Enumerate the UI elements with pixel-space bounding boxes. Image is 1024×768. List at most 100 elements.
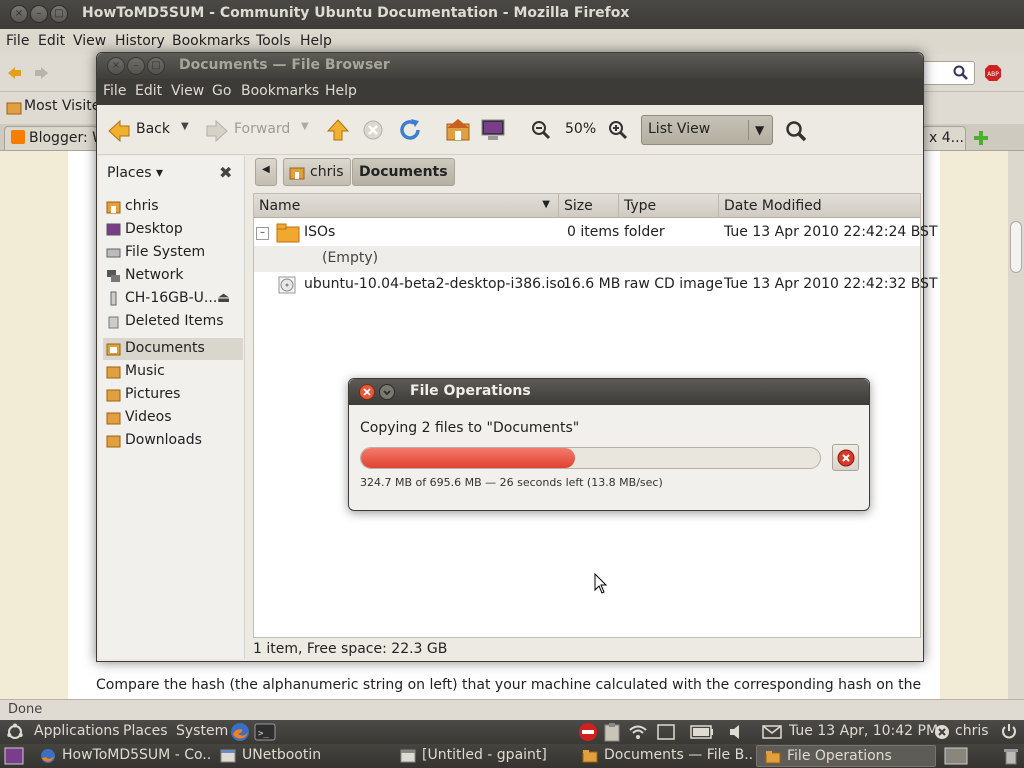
- sidebar-item-documents[interactable]: Documents: [103, 338, 243, 360]
- sidebar-item-trash[interactable]: Deleted Items: [103, 311, 243, 333]
- table-row[interactable]: – ISOs 0 items folder Tue 13 Apr 2010 22…: [254, 220, 938, 246]
- workspace-switcher-icon[interactable]: [944, 747, 968, 765]
- close-icon[interactable]: [359, 384, 375, 400]
- search-icon[interactable]: [785, 120, 807, 142]
- forward-arrow-icon[interactable]: [34, 65, 50, 81]
- folder-pictures-icon: [106, 389, 121, 402]
- table-row[interactable]: ubuntu-10.04-beta2-desktop-i386.iso 16.6…: [254, 272, 938, 298]
- battery-icon[interactable]: [690, 725, 714, 739]
- close-icon[interactable]: ×: [10, 5, 28, 23]
- trash-icon[interactable]: [1002, 747, 1020, 765]
- column-type[interactable]: Type: [619, 194, 719, 218]
- close-sidebar-icon[interactable]: ✖: [219, 163, 232, 182]
- path-left-arrow-icon[interactable]: ◀: [255, 158, 277, 186]
- task-unetbootin[interactable]: UNetbootin: [212, 745, 392, 767]
- sidebar-item-music[interactable]: Music: [103, 361, 243, 383]
- tab-other[interactable]: x 4...: [922, 126, 966, 150]
- back-arrow-icon[interactable]: [6, 65, 22, 81]
- file-browser-titlebar[interactable]: × – □ Documents — File Browser: [97, 53, 923, 79]
- new-tab-icon[interactable]: [972, 129, 990, 147]
- close-icon[interactable]: ×: [107, 57, 125, 75]
- fb-menu-go[interactable]: Go: [212, 83, 231, 99]
- sidebar-item-desktop[interactable]: Desktop: [103, 219, 243, 241]
- up-arrow-icon[interactable]: [326, 118, 350, 142]
- fb-menu-file[interactable]: File: [103, 83, 126, 99]
- forward-label: Forward: [234, 121, 291, 137]
- breadcrumb-documents[interactable]: Documents: [352, 158, 455, 186]
- task-file-browser[interactable]: Documents — File B...: [574, 745, 754, 767]
- ff-menu-edit[interactable]: Edit: [38, 33, 65, 49]
- volume-icon[interactable]: [728, 723, 746, 741]
- sidebar-item-downloads[interactable]: Downloads: [103, 430, 243, 452]
- task-firefox[interactable]: HowToMD5SUM - Co...: [32, 745, 212, 767]
- back-history-chevron-icon[interactable]: ▼: [181, 121, 189, 149]
- menu-places[interactable]: Places: [123, 723, 168, 739]
- page-paragraph: Compare the hash (the alphanumeric strin…: [96, 677, 922, 693]
- breadcrumb-chris[interactable]: chris: [283, 158, 351, 186]
- fb-menu-view[interactable]: View: [171, 83, 204, 99]
- places-header[interactable]: Places ▾: [107, 165, 163, 181]
- user-name[interactable]: chris: [955, 723, 989, 739]
- mail-icon[interactable]: [762, 725, 782, 739]
- wifi-icon[interactable]: [628, 723, 648, 741]
- cancel-copy-button[interactable]: [832, 444, 859, 471]
- firefox-launcher-icon[interactable]: [230, 722, 250, 742]
- ff-menu-view[interactable]: View: [73, 33, 106, 49]
- fb-menu-edit[interactable]: Edit: [135, 83, 162, 99]
- menu-system[interactable]: System: [176, 723, 228, 739]
- column-date[interactable]: Date Modified: [719, 194, 920, 218]
- ff-menu-history[interactable]: History: [115, 33, 165, 49]
- maximize-icon[interactable]: □: [147, 57, 165, 75]
- firefox-titlebar: × – □ HowToMD5SUM - Community Ubuntu Doc…: [0, 0, 1024, 29]
- tab-blogger[interactable]: Blogger: W: [4, 126, 98, 150]
- clipboard-icon[interactable]: [603, 722, 621, 742]
- collapse-icon[interactable]: –: [256, 227, 269, 240]
- sidebar-item-filesystem[interactable]: File System: [103, 242, 243, 264]
- power-icon[interactable]: [1000, 723, 1018, 741]
- back-label: Back: [136, 121, 170, 137]
- reload-icon[interactable]: [398, 118, 422, 142]
- maximize-icon[interactable]: □: [50, 5, 68, 23]
- sidebar-item-pictures[interactable]: Pictures: [103, 384, 243, 406]
- terminal-launcher-icon[interactable]: >_: [254, 722, 276, 742]
- ff-menu-bookmarks[interactable]: Bookmarks: [172, 33, 250, 49]
- zoom-out-icon[interactable]: [531, 120, 551, 140]
- fb-menu-bookmarks[interactable]: Bookmarks: [241, 83, 319, 99]
- fb-menu-help[interactable]: Help: [325, 83, 357, 99]
- scrollbar-thumb[interactable]: [1010, 221, 1022, 273]
- ff-menu-file[interactable]: File: [6, 33, 29, 49]
- column-name[interactable]: Name ▼: [254, 194, 559, 218]
- task-file-operations[interactable]: File Operations: [756, 745, 936, 767]
- page-scrollbar[interactable]: [1008, 151, 1024, 699]
- stop-icon[interactable]: [362, 119, 384, 141]
- zoom-in-icon[interactable]: [608, 120, 628, 140]
- file-operations-titlebar[interactable]: File Operations: [349, 379, 869, 405]
- user-status-icon[interactable]: [934, 724, 950, 740]
- ff-menu-tools[interactable]: Tools: [256, 33, 291, 49]
- sidebar-item-chris[interactable]: chris: [103, 196, 243, 218]
- show-desktop-icon[interactable]: [4, 747, 24, 765]
- search-icon[interactable]: [953, 65, 969, 81]
- sidebar-item-videos[interactable]: Videos: [103, 407, 243, 429]
- file-browser-toolbar: Back ▼ Forward ▼ 50% List View ▼: [97, 105, 923, 155]
- breadcrumb-label: Documents: [359, 164, 448, 180]
- task-gpaint[interactable]: [Untitled - gpaint]: [392, 745, 572, 767]
- column-size[interactable]: Size: [559, 194, 619, 218]
- window-list-icon[interactable]: [656, 723, 676, 741]
- tab-blogger-label: Blogger: W: [29, 130, 97, 146]
- menu-applications[interactable]: Applications: [34, 723, 120, 739]
- svg-text:>_: >_: [258, 729, 269, 739]
- adblock-icon[interactable]: ABP: [984, 64, 1002, 82]
- view-mode-select[interactable]: List View ▼: [641, 115, 773, 145]
- computer-icon[interactable]: [480, 118, 506, 142]
- minimize-icon[interactable]: –: [127, 57, 145, 75]
- forward-history-chevron-icon[interactable]: ▼: [301, 121, 309, 149]
- sidebar-item-network[interactable]: Network: [103, 265, 243, 287]
- ff-menu-help[interactable]: Help: [300, 33, 332, 49]
- no-entry-icon[interactable]: [578, 722, 598, 742]
- minimize-icon[interactable]: –: [30, 5, 48, 23]
- eject-icon[interactable]: ⏏: [217, 290, 230, 306]
- minimize-icon[interactable]: [379, 384, 395, 400]
- home-icon[interactable]: [445, 118, 471, 142]
- clock[interactable]: Tue 13 Apr, 10:42 PM: [789, 723, 938, 739]
